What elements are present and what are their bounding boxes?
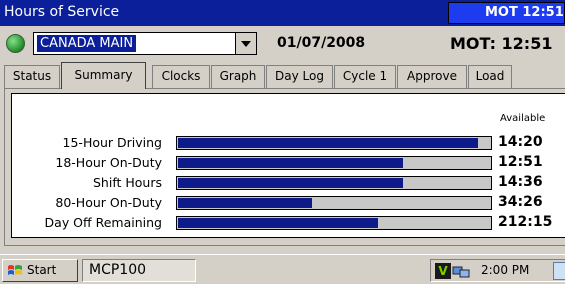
summary-content: Available 15-Hour Driving 14:20 18-Hour … bbox=[11, 93, 565, 238]
row-value-day-off-remaining: 212:15 bbox=[498, 214, 553, 230]
tab-day-log[interactable]: Day Log bbox=[266, 65, 333, 88]
windows-flag-icon bbox=[8, 265, 22, 275]
mot-clock-badge: MOT 12:51 bbox=[448, 2, 565, 24]
system-tray: V 2:00 PM bbox=[430, 259, 565, 282]
dropdown-arrow-icon[interactable] bbox=[235, 33, 256, 54]
v-app-icon[interactable]: V bbox=[435, 263, 451, 279]
tab-strip: Status Summary Clocks Graph Day Log Cycl… bbox=[0, 62, 565, 89]
tab-summary[interactable]: Summary bbox=[61, 62, 146, 89]
bar-fill bbox=[178, 158, 403, 168]
bar-fill bbox=[178, 218, 378, 228]
status-led-icon bbox=[6, 34, 25, 53]
row-label-day-off-remaining: Day Off Remaining bbox=[44, 215, 162, 230]
tab-graph[interactable]: Graph bbox=[211, 65, 265, 88]
tab-status[interactable]: Status bbox=[4, 65, 60, 88]
tab-load[interactable]: Load bbox=[468, 65, 512, 88]
title-bar: Hours of Service MOT 12:51 bbox=[0, 0, 565, 26]
bar-fill bbox=[178, 178, 403, 188]
progress-bar-18-hour-on-duty bbox=[176, 156, 492, 170]
date-display: 01/07/2008 bbox=[277, 35, 366, 51]
row-value-80-hour-on-duty: 34:26 bbox=[498, 194, 543, 210]
row-label-80-hour-on-duty: 80-Hour On-Duty bbox=[55, 195, 162, 210]
row-label-shift-hours: Shift Hours bbox=[92, 175, 162, 190]
mot-time-display: MOT: 12:51 bbox=[450, 34, 553, 53]
network-icon[interactable] bbox=[452, 263, 470, 279]
tab-approve[interactable]: Approve bbox=[397, 65, 467, 88]
start-label: Start bbox=[27, 263, 57, 277]
row-value-15-hour-driving: 14:20 bbox=[498, 134, 543, 150]
window-title: Hours of Service bbox=[4, 4, 120, 20]
row-value-shift-hours: 14:36 bbox=[498, 174, 543, 190]
row-value-18-hour-on-duty: 12:51 bbox=[498, 154, 543, 170]
bar-fill bbox=[178, 198, 313, 208]
tab-clocks[interactable]: Clocks bbox=[152, 65, 210, 88]
taskbar: Start MCP100 V 2:00 PM bbox=[0, 254, 565, 284]
start-button[interactable]: Start bbox=[2, 259, 78, 282]
bar-fill bbox=[178, 138, 478, 148]
zone-select-value: CANADA MAIN bbox=[37, 35, 137, 52]
available-header: Available bbox=[500, 113, 546, 124]
progress-bar-15-hour-driving bbox=[176, 136, 492, 150]
header-row: CANADA MAIN 01/07/2008 MOT: 12:51 bbox=[0, 26, 565, 60]
progress-bar-80-hour-on-duty bbox=[176, 196, 492, 210]
progress-bar-shift-hours bbox=[176, 176, 492, 190]
desktop-icon[interactable] bbox=[553, 262, 565, 280]
tab-cycle-1[interactable]: Cycle 1 bbox=[334, 65, 396, 88]
zone-select[interactable]: CANADA MAIN bbox=[33, 32, 257, 55]
task-button-mcp100[interactable]: MCP100 bbox=[82, 259, 196, 282]
taskbar-clock[interactable]: 2:00 PM bbox=[481, 263, 529, 277]
row-label-18-hour-on-duty: 18-Hour On-Duty bbox=[55, 155, 162, 170]
progress-bar-day-off-remaining bbox=[176, 216, 492, 230]
summary-panel: Available 15-Hour Driving 14:20 18-Hour … bbox=[4, 88, 565, 246]
row-label-15-hour-driving: 15-Hour Driving bbox=[62, 135, 162, 150]
